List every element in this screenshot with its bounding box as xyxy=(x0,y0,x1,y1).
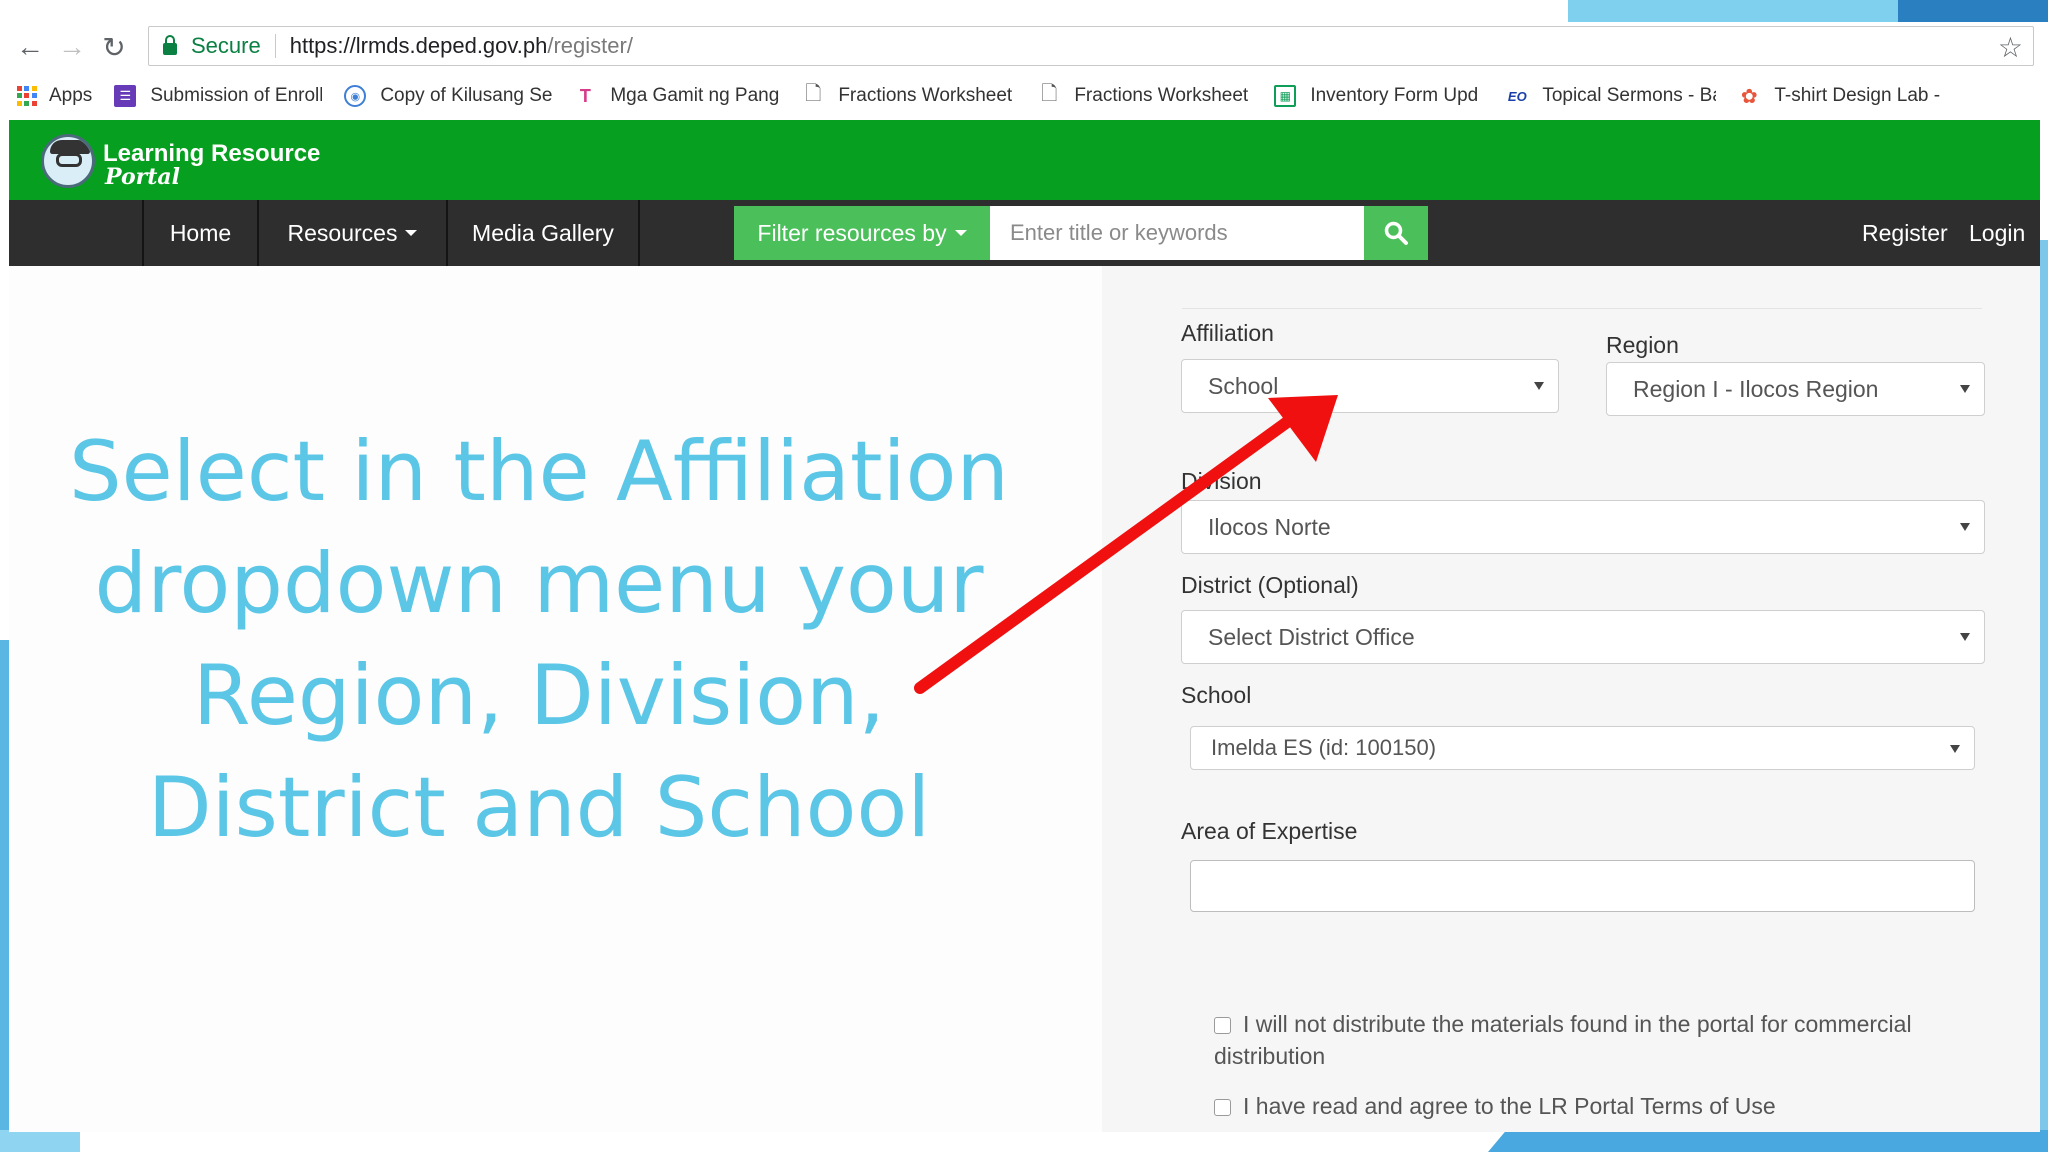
nav-media-gallery-label: Media Gallery xyxy=(472,219,614,246)
affiliation-label: Affiliation xyxy=(1181,320,1274,346)
region-label: Region xyxy=(1606,332,1679,358)
url-path: /register/ xyxy=(547,33,633,58)
slide-decoration xyxy=(1898,0,2048,22)
bookmarks-bar: Apps ☰ Submission of Enroll ◉ Copy of Ki… xyxy=(9,77,2040,115)
nav-home-label: Home xyxy=(169,219,232,246)
bookmark-label: Mga Gamit ng Pang xyxy=(610,85,780,106)
affiliation-value: School xyxy=(1208,372,1279,399)
page-icon: 🗋 xyxy=(805,83,822,105)
bookmark-label: Fractions Worksheet xyxy=(838,85,1013,106)
instruction-text: Select in the Affiliation dropdown menu … xyxy=(68,423,1010,856)
expertise-input[interactable] xyxy=(1190,860,1975,912)
secure-label: Secure xyxy=(191,33,261,58)
back-arrow-icon[interactable]: ← xyxy=(9,26,51,68)
school-label: School xyxy=(1181,682,1252,708)
divider xyxy=(274,34,276,58)
filter-label: Filter resources by xyxy=(757,219,947,246)
url-host: https://lrmds.deped.gov.ph xyxy=(289,33,548,58)
seal-icon: ◉ xyxy=(344,85,367,107)
dropdown-arrow-icon xyxy=(1534,382,1544,390)
expertise-label: Area of Expertise xyxy=(1181,818,1358,844)
search-input[interactable] xyxy=(990,206,1373,260)
slide-decoration xyxy=(2040,240,2048,1152)
school-select[interactable]: Imelda ES (id: 100150) xyxy=(1190,726,1975,770)
district-label: District (Optional) xyxy=(1181,572,1359,598)
bookmark-label: T-shirt Design Lab - xyxy=(1774,85,1941,106)
dropdown-arrow-icon xyxy=(1960,633,1970,641)
nav-media-gallery[interactable]: Media Gallery xyxy=(446,200,640,266)
checkbox[interactable] xyxy=(1214,1099,1231,1116)
search-icon xyxy=(1384,221,1408,245)
site-header: Learning Resource Portal xyxy=(9,120,2040,200)
bookmark-item[interactable]: T Mga Gamit ng Pang xyxy=(574,85,780,107)
nav-resources-label: Resources xyxy=(287,219,398,246)
registration-form: Affiliation School Region Region I - Ilo… xyxy=(1102,266,2040,1132)
division-select[interactable]: Ilocos Norte xyxy=(1181,500,1985,554)
browser-chrome: ← → ↻ Secure https://lrmds.deped.gov.ph /… xyxy=(9,22,2040,119)
dropdown-arrow-icon xyxy=(1960,385,1970,393)
design-lab-icon: ✿ xyxy=(1740,85,1758,108)
filter-resources-button[interactable]: Filter resources by xyxy=(734,206,990,260)
slide-decoration xyxy=(1488,1130,2048,1152)
nav-resources[interactable]: Resources xyxy=(257,200,446,266)
address-bar[interactable]: Secure https://lrmds.deped.gov.ph/regist… xyxy=(148,26,2034,66)
division-label: Division xyxy=(1181,468,1262,494)
portal-logo-icon[interactable] xyxy=(41,134,95,188)
divider xyxy=(1182,308,1982,309)
logo-subtitle[interactable]: Portal xyxy=(105,164,180,190)
page-icon: 🗋 xyxy=(1041,83,1058,105)
region-value: Region I - Ilocos Region xyxy=(1633,375,1879,402)
district-select[interactable]: Select District Office xyxy=(1181,610,1985,664)
bookmark-label: Fractions Worksheet xyxy=(1074,85,1249,106)
checkbox-label: I have read and agree to the LR Portal T… xyxy=(1243,1093,1776,1119)
lock-icon xyxy=(163,35,177,55)
dropdown-arrow-icon xyxy=(1950,745,1960,753)
tl-icon: T xyxy=(579,85,591,106)
bookmark-apps[interactable]: Apps xyxy=(9,85,92,107)
reload-icon[interactable]: ↻ xyxy=(93,26,135,68)
bookmark-item[interactable]: ☰ Submission of Enroll xyxy=(114,85,322,107)
bookmark-item[interactable]: ◉ Copy of Kilusang Sel xyxy=(344,85,552,107)
caret-down-icon xyxy=(954,230,967,236)
caret-down-icon xyxy=(405,230,418,236)
apps-grid-icon xyxy=(17,86,37,106)
district-value: Select District Office xyxy=(1208,623,1415,650)
register-link[interactable]: Register xyxy=(1862,200,1948,266)
bookmark-label: Copy of Kilusang Sel xyxy=(380,85,553,106)
nav-home[interactable]: Home xyxy=(142,200,257,266)
search-button[interactable] xyxy=(1364,206,1428,260)
main-navigation: Home Resources Media Gallery Filter reso… xyxy=(9,200,2040,266)
commercial-distribution-checkbox-row[interactable]: I will not distribute the materials foun… xyxy=(1214,1008,1974,1072)
instruction-panel: Select in the Affiliation dropdown menu … xyxy=(9,266,1102,1132)
school-value: Imelda ES (id: 100150) xyxy=(1211,735,1437,760)
forms-icon: ☰ xyxy=(114,85,137,107)
bookmark-item[interactable]: ▦ Inventory Form Upd xyxy=(1274,85,1484,107)
eo-icon: EO xyxy=(1507,88,1527,104)
bookmark-label: Inventory Form Upd xyxy=(1310,85,1479,106)
slide-decoration xyxy=(0,1130,80,1152)
checkbox[interactable] xyxy=(1214,1017,1231,1034)
bookmark-item[interactable]: ✿ T-shirt Design Lab - xyxy=(1738,85,1944,108)
bookmark-label: Submission of Enroll xyxy=(150,85,323,106)
division-value: Ilocos Norte xyxy=(1208,513,1331,540)
bookmark-item[interactable]: 🗋 Fractions Worksheet xyxy=(802,83,1016,107)
region-select[interactable]: Region I - Ilocos Region xyxy=(1606,362,1985,416)
bookmark-item[interactable]: 🗋 Fractions Worksheet xyxy=(1038,83,1252,107)
bookmark-label: Apps xyxy=(49,85,93,106)
bookmark-label: Topical Sermons - Ba xyxy=(1542,85,1717,106)
sheets-icon: ▦ xyxy=(1274,85,1297,107)
forward-arrow-icon[interactable]: → xyxy=(51,26,93,68)
affiliation-select[interactable]: School xyxy=(1181,359,1559,413)
login-link[interactable]: Login xyxy=(1969,200,2025,266)
dropdown-arrow-icon xyxy=(1960,523,1970,531)
bookmark-item[interactable]: EO Topical Sermons - Ba xyxy=(1506,85,1716,107)
terms-checkbox-row[interactable]: I have read and agree to the LR Portal T… xyxy=(1214,1090,1776,1122)
bookmark-star-icon[interactable]: ☆ xyxy=(1998,31,2023,64)
checkbox-label: I will not distribute the materials foun… xyxy=(1214,1011,1912,1069)
